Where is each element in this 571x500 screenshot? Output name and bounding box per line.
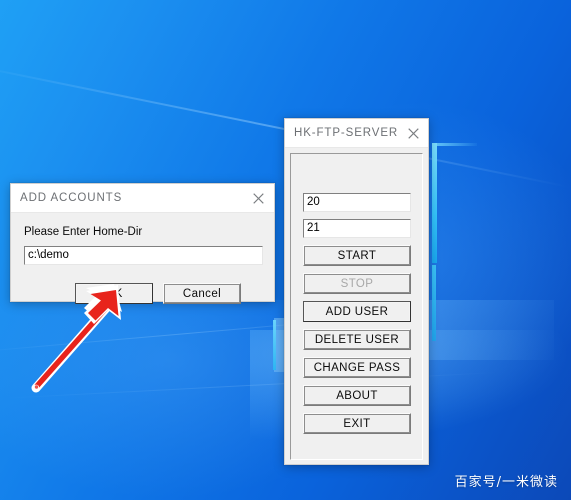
windows-logo-edge-horizontal	[437, 143, 477, 146]
ftp-server-window: HK-FTP-SERVER 20 21 START STOP ADD USER …	[284, 118, 429, 465]
change-pass-button[interactable]: CHANGE PASS	[303, 357, 411, 378]
windows-logo-edge-vertical-lower	[432, 265, 436, 341]
stop-button: STOP	[303, 273, 411, 294]
ftp-server-titlebar[interactable]: HK-FTP-SERVER	[285, 119, 428, 148]
close-icon[interactable]	[398, 119, 428, 147]
watermark-text: 百家号/一米微读	[454, 475, 558, 490]
wallpaper-glow-left	[0, 300, 320, 500]
close-icon[interactable]	[242, 184, 274, 212]
home-dir-input[interactable]: c:\demo	[24, 246, 263, 265]
cancel-button[interactable]: Cancel	[163, 283, 241, 304]
add-user-button[interactable]: ADD USER	[303, 301, 411, 322]
delete-user-button[interactable]: DELETE USER	[303, 329, 411, 350]
windows-logo-edge-left	[273, 320, 276, 370]
add-accounts-title: ADD ACCOUNTS	[20, 192, 123, 204]
about-button[interactable]: ABOUT	[303, 385, 411, 406]
data-port-input[interactable]: 20	[303, 193, 411, 212]
ftp-server-title: HK-FTP-SERVER	[294, 127, 399, 139]
add-accounts-titlebar[interactable]: ADD ACCOUNTS	[11, 184, 274, 213]
exit-button[interactable]: EXIT	[303, 413, 411, 434]
start-button[interactable]: START	[303, 245, 411, 266]
windows-logo-edge-vertical-upper	[432, 143, 437, 263]
desktop: HK-FTP-SERVER 20 21 START STOP ADD USER …	[0, 0, 571, 500]
add-accounts-dialog: ADD ACCOUNTS Please Enter Home-Dir c:\de…	[10, 183, 275, 304]
home-dir-label: Please Enter Home-Dir	[24, 226, 143, 238]
ok-button[interactable]: OK	[75, 283, 153, 304]
control-port-input[interactable]: 21	[303, 219, 411, 238]
